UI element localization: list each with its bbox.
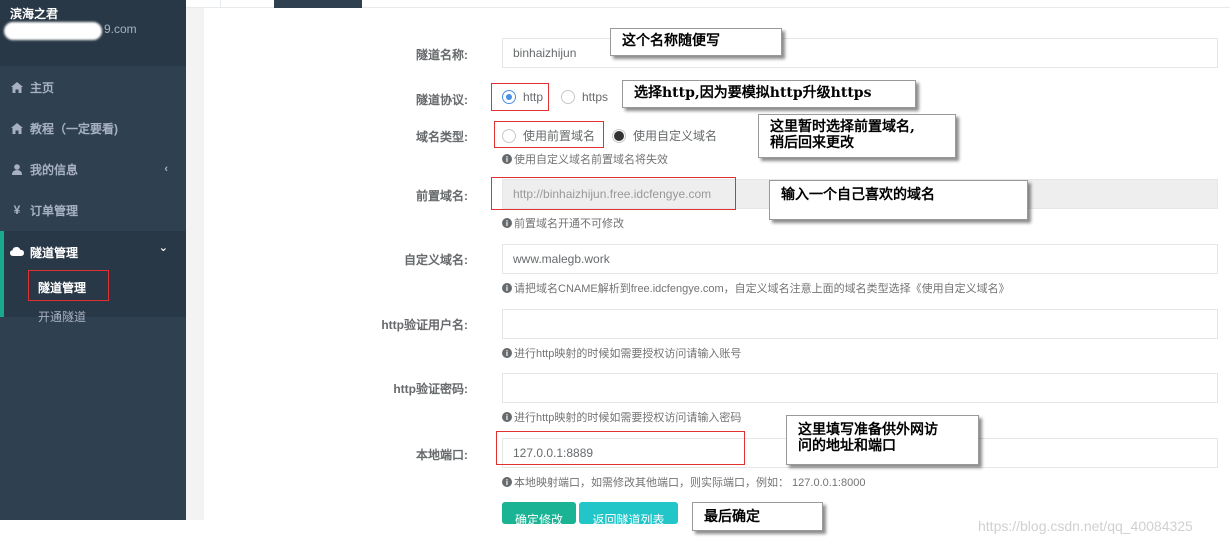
domain-type-label: 域名类型: bbox=[416, 130, 468, 144]
callout-protocol: 选择http,因为要模拟http升级https bbox=[622, 80, 916, 108]
prefix-domain-label: 前置域名: bbox=[416, 189, 468, 203]
http-pass-label: http验证密码: bbox=[393, 382, 468, 396]
protocol-label: 隧道协议: bbox=[416, 93, 468, 107]
custom-domain-help: i 请把域名CNAME解析到free.idcfengye.com，自定义域名注意… bbox=[502, 280, 1010, 296]
http-user-help: i 进行http映射的时候如需要授权访问请输入账号 bbox=[502, 345, 741, 361]
sidebar-item-label: 我的信息 bbox=[30, 162, 79, 177]
yen-icon: ¥ bbox=[13, 203, 21, 217]
user-icon bbox=[10, 162, 24, 176]
sidebar-item-orders[interactable]: ¥ 订单管理 bbox=[0, 190, 186, 230]
sidebar-item-label: 隧道管理 bbox=[30, 246, 79, 260]
callout-final: 最后确定 bbox=[692, 502, 823, 531]
radio-unchecked-icon bbox=[561, 90, 575, 104]
protocol-radio-https[interactable]: https bbox=[561, 90, 608, 104]
highlight-box bbox=[28, 270, 109, 301]
back-to-list-button[interactable]: 返回隧道列表 bbox=[579, 502, 678, 524]
highlight-box bbox=[491, 83, 549, 111]
tab-bar bbox=[186, 0, 1230, 8]
help-text: 前置域名开通不可修改 bbox=[514, 218, 624, 230]
watermark: https://blog.csdn.net/qq_40084325 bbox=[978, 518, 1193, 534]
cloud-icon bbox=[10, 244, 24, 258]
domain-type-radio-custom[interactable]: 使用自定义域名 bbox=[612, 127, 717, 144]
callout-line: 问的地址和端口 bbox=[798, 438, 896, 454]
help-text: 使用自定义域名前置域名将失效 bbox=[514, 154, 668, 166]
local-port-help: i 本地映射端口，如需修改其他端口，则实际端口，例如： 127.0.0.1:80… bbox=[502, 474, 865, 490]
http-user-label: http验证用户名: bbox=[381, 318, 468, 332]
highlight-box bbox=[496, 431, 745, 465]
tab-active[interactable] bbox=[274, 0, 362, 8]
info-icon: i bbox=[502, 154, 512, 164]
tab-divider bbox=[220, 0, 221, 8]
help-text: 进行http映射的时候如需要授权访问请输入密码 bbox=[514, 412, 742, 424]
prefix-domain-help: i 前置域名开通不可修改 bbox=[502, 215, 624, 231]
confirm-button[interactable]: 确定修改 bbox=[502, 502, 576, 524]
info-icon: i bbox=[502, 218, 512, 228]
help-text: 本地映射端口，如需修改其他端口，则实际端口，例如： 127.0.0.1:8000 bbox=[514, 477, 866, 489]
http-user-input[interactable] bbox=[502, 309, 1218, 339]
sidebar-item-label: 主页 bbox=[30, 80, 55, 95]
callout-line: 这里暂时选择前置域名, bbox=[770, 119, 915, 135]
email-redaction bbox=[4, 22, 102, 40]
info-icon: i bbox=[502, 412, 512, 422]
radio-checked-icon bbox=[612, 128, 626, 143]
help-text: 进行http映射的时候如需要授权访问请输入账号 bbox=[514, 348, 742, 360]
user-name: 滨海之君 bbox=[10, 7, 59, 21]
domain-type-help: i 使用自定义域名前置域名将失效 bbox=[502, 151, 668, 167]
chevron-down-icon: ⌄ bbox=[158, 242, 168, 254]
http-pass-help: i 进行http映射的时候如需要授权访问请输入密码 bbox=[502, 409, 741, 425]
callout-tunnel-name: 这个名称随便写 bbox=[610, 28, 782, 56]
highlight-box bbox=[491, 177, 736, 210]
callout-local-port: 这里填写准备供外网访 问的地址和端口 bbox=[786, 415, 979, 465]
home-icon bbox=[10, 121, 24, 135]
chevron-left-icon: ‹ bbox=[164, 163, 168, 175]
callout-line: 稍后回来更改 bbox=[770, 135, 854, 151]
info-icon: i bbox=[502, 348, 512, 358]
email-domain: 9.com bbox=[104, 22, 137, 36]
sidebar-item-label: 教程（一定要看) bbox=[30, 121, 118, 136]
profile-header: 滨海之君 9.com bbox=[0, 0, 186, 66]
sidebar-item-home[interactable]: 主页 bbox=[0, 67, 186, 107]
tunnel-name-label: 隧道名称: bbox=[416, 48, 468, 62]
sidebar-item-tutorial[interactable]: 教程（一定要看) bbox=[0, 108, 186, 148]
info-icon: i bbox=[502, 283, 512, 293]
radio-label: https bbox=[582, 90, 609, 104]
custom-domain-label: 自定义域名: bbox=[404, 253, 468, 267]
radio-label: 使用自定义域名 bbox=[633, 129, 718, 143]
help-text: 请把域名CNAME解析到free.idcfengye.com，自定义域名注意上面… bbox=[514, 283, 1010, 295]
sidebar: 滨海之君 9.com 主页 教程（一定要看) 我的信息 ‹ ¥ 订单管理 隧道管… bbox=[0, 0, 186, 520]
sidebar-item-label: 订单管理 bbox=[30, 203, 79, 218]
callout-prefix-domain: 输入一个自己喜欢的域名 bbox=[769, 180, 1028, 220]
callout-line: 这里填写准备供外网访 bbox=[798, 422, 938, 438]
submenu-item-open-tunnel[interactable]: 开通隧道 bbox=[38, 308, 86, 325]
local-port-label: 本地端口: bbox=[416, 448, 468, 462]
highlight-box bbox=[494, 121, 604, 148]
home-icon bbox=[10, 80, 24, 94]
sidebar-item-my-info[interactable]: 我的信息 ‹ bbox=[0, 149, 186, 189]
callout-domain-type: 这里暂时选择前置域名, 稍后回来更改 bbox=[758, 114, 956, 158]
info-icon: i bbox=[502, 477, 512, 487]
http-pass-input[interactable] bbox=[502, 373, 1218, 403]
custom-domain-input[interactable]: www.malegb.work bbox=[502, 244, 1218, 274]
